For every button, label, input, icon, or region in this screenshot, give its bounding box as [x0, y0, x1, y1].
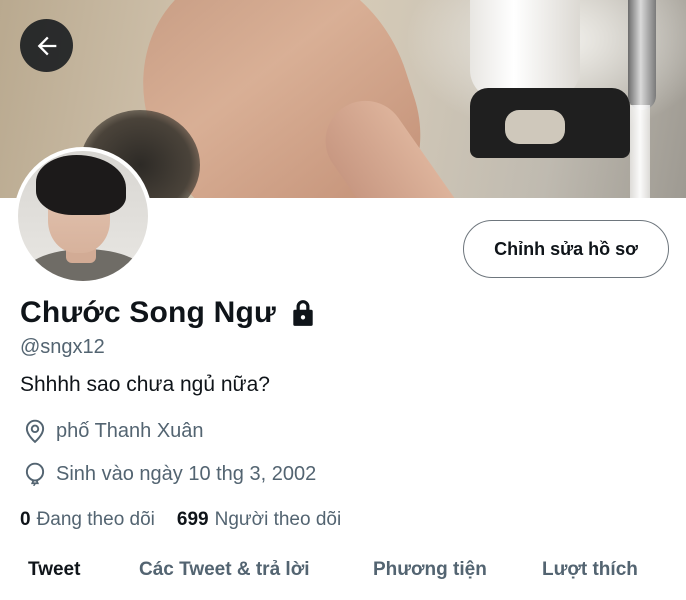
birthday-row: Sinh vào ngày 10 thg 3, 2002 — [22, 461, 316, 487]
following-label[interactable]: Đang theo dõi — [37, 509, 155, 531]
avatar[interactable] — [14, 147, 152, 285]
profile-tabs: Tweet Các Tweet & trả lời Phương tiện Lư… — [0, 555, 686, 600]
birthday-text: Sinh vào ngày 10 thg 3, 2002 — [56, 462, 317, 485]
arrow-left-icon — [37, 36, 56, 55]
followers-label[interactable]: Người theo dõi — [215, 509, 342, 531]
balloon-icon — [25, 462, 45, 487]
tab-tweets-replies[interactable]: Các Tweet & trả lời — [139, 559, 309, 581]
tab-likes[interactable]: Lượt thích — [542, 559, 638, 581]
location-row: phố Thanh Xuân — [22, 418, 204, 444]
tab-media[interactable]: Phương tiện — [373, 559, 487, 581]
tab-tweets[interactable]: Tweet — [28, 559, 80, 581]
lock-icon — [293, 300, 313, 326]
location-pin-icon — [25, 419, 45, 444]
back-button[interactable] — [20, 19, 73, 72]
edit-profile-button[interactable]: Chỉnh sửa hồ sơ — [463, 220, 669, 278]
bio: Shhhh sao chưa ngủ nữa? — [20, 373, 270, 396]
display-name: Chước Song Ngư — [20, 296, 276, 329]
followers-count[interactable]: 699 — [177, 509, 209, 531]
follow-stats: 0 Đang theo dõi 699 Người theo dõi — [20, 509, 363, 531]
location-text: phố Thanh Xuân — [56, 419, 204, 442]
handle: @sngx12 — [20, 336, 105, 358]
following-count[interactable]: 0 — [20, 509, 31, 531]
name-row: Chước Song Ngư — [20, 296, 316, 330]
